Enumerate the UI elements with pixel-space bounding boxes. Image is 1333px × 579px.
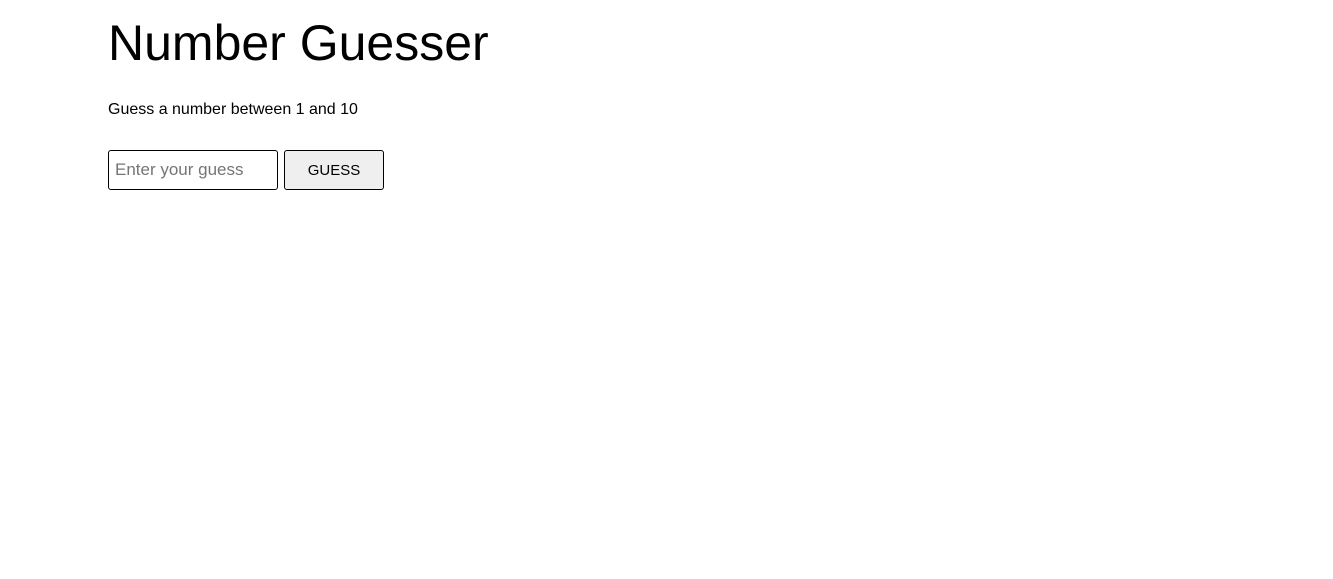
- guess-form: GUESS: [108, 150, 384, 190]
- guess-input[interactable]: [108, 150, 278, 190]
- guess-button[interactable]: GUESS: [284, 150, 384, 190]
- instructions-text: Guess a number between 1 and 10: [108, 101, 358, 118]
- page-title: Number Guesser: [108, 15, 489, 71]
